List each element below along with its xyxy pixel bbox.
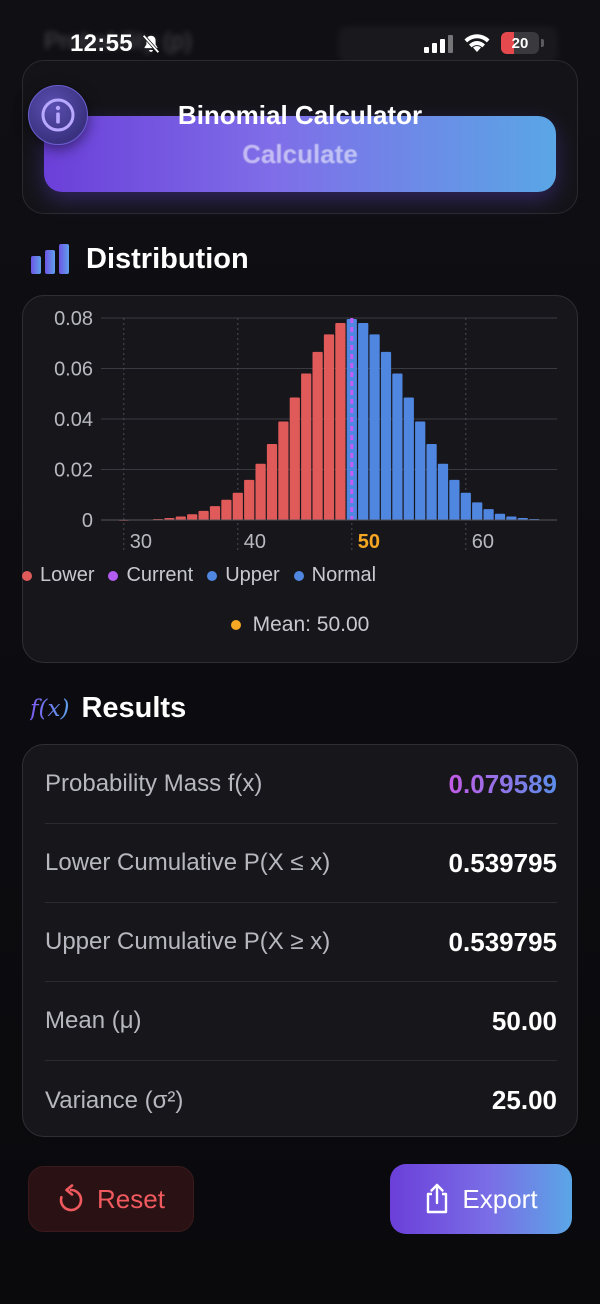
cellular-signal-icon [424,33,453,53]
chart-legend: Lower Current Upper Normal [22,564,376,587]
x-tick-label: 30 [130,531,152,553]
result-row-lower-cumulative: Lower Cumulative P(X ≤ x) 0.539795 [45,824,557,903]
x-tick-label: 60 [472,531,494,553]
y-tick-label: 0.04 [54,409,93,431]
y-tick-label: 0.08 [54,308,93,330]
bar-upper [403,397,414,520]
bar-lower [187,514,198,520]
legend-item-upper: Upper [207,564,280,587]
bar-upper [437,463,449,520]
result-row-mean: Mean (μ) 50.00 [45,982,557,1061]
legend-item-lower: Lower [22,564,94,587]
bar-lower [301,373,312,520]
bar-upper [483,509,494,520]
result-value: 0.539795 [448,926,557,957]
legend-label: Lower [40,564,95,586]
bar-upper [472,502,483,520]
result-label: Mean (μ) [45,1007,142,1034]
bar-upper [506,516,517,520]
battery-icon: 20 [501,32,539,54]
result-label: Lower Cumulative P(X ≤ x) [45,849,331,876]
result-label: Variance (σ²) [45,1086,184,1114]
distribution-chart-card: 0 0.02 0.04 0.06 0.08 30 40 50 60 [22,295,578,663]
legend-label: Current [126,564,194,586]
legend-item-current: Current [108,564,193,587]
bar-upper [380,351,392,520]
legend-dot [207,570,218,581]
bar-lower [209,506,221,520]
status-time: 12:55 [70,30,133,57]
y-tick-label: 0 [82,510,93,532]
status-right: 20 [424,32,544,54]
result-value: 25.00 [491,1085,557,1115]
result-row-variance: Variance (σ²) 25.00 [45,1061,557,1140]
bar-upper [460,492,471,520]
result-value: 0.539795 [448,847,557,878]
bar-lower [232,492,243,520]
result-row-probability-mass: Probability Mass f(x) 0.079589 [45,745,557,824]
legend-item-normal: Normal [293,564,377,587]
bar-upper [358,323,369,520]
distribution-title: Distribution [86,242,249,275]
mean-dot [230,620,241,630]
bar-chart-icon [31,244,69,274]
legend-label: Upper [225,564,280,586]
bar-lower [266,443,278,520]
export-button[interactable]: Export [390,1164,572,1234]
bar-lower [221,499,232,520]
bar-lower [323,334,335,520]
bar-lower [244,479,255,520]
legend-dot [22,570,32,581]
results-title: Results [81,692,187,724]
bar-upper [449,479,460,520]
y-tick-label: 0.06 [54,359,93,381]
result-label: Upper Cumulative P(X ≥ x) [45,928,331,955]
distribution-header: Distribution [30,242,249,276]
legend-dot [293,570,304,581]
calculate-label: Calculate [242,138,358,169]
bell-slash-icon [142,34,160,54]
wifi-icon [464,34,490,52]
x-tick-label: 40 [244,531,266,553]
result-value: 0.079589 [448,768,557,799]
result-label: Probability Mass f(x) [45,770,263,797]
result-row-upper-cumulative: Upper Cumulative P(X ≥ x) 0.539795 [45,903,557,982]
reset-button[interactable]: Reset [28,1166,194,1232]
bar-lower [278,421,289,520]
bar-upper [494,513,506,520]
bar-lower [255,463,266,520]
bar-upper [392,373,403,520]
bar-upper [369,334,380,520]
page-title: Binomial Calculator [177,100,423,130]
result-value: 50.00 [491,1005,557,1036]
legend-label: Normal [311,564,377,586]
export-label: Export [462,1183,538,1214]
bar-upper [426,443,437,520]
legend-dot [108,570,119,581]
y-tick-label: 0.02 [54,460,93,482]
results-card: Probability Mass f(x) 0.079589 Lower Cum… [22,744,578,1137]
mean-label: Mean: 50.00 [252,613,370,636]
mean-indicator: Mean: 50.00 [0,613,600,637]
share-icon [427,1183,448,1214]
reset-icon [59,1184,83,1212]
info-icon [41,98,75,132]
results-header: ƒ(x) Results [30,692,186,725]
distribution-chart: 0 0.02 0.04 0.06 0.08 30 40 50 60 [54,308,557,553]
bar-lower [175,516,186,520]
bar-lower [289,397,300,520]
bar-lower [335,323,346,520]
function-icon: ƒ(x) [30,695,70,722]
bar-upper [415,421,426,520]
reset-label: Reset [97,1183,165,1214]
info-button[interactable] [28,85,88,145]
battery-level: 20 [511,34,529,52]
x-tick-label: 50 [358,531,380,553]
bar-lower [198,510,209,520]
bar-lower [312,351,323,520]
